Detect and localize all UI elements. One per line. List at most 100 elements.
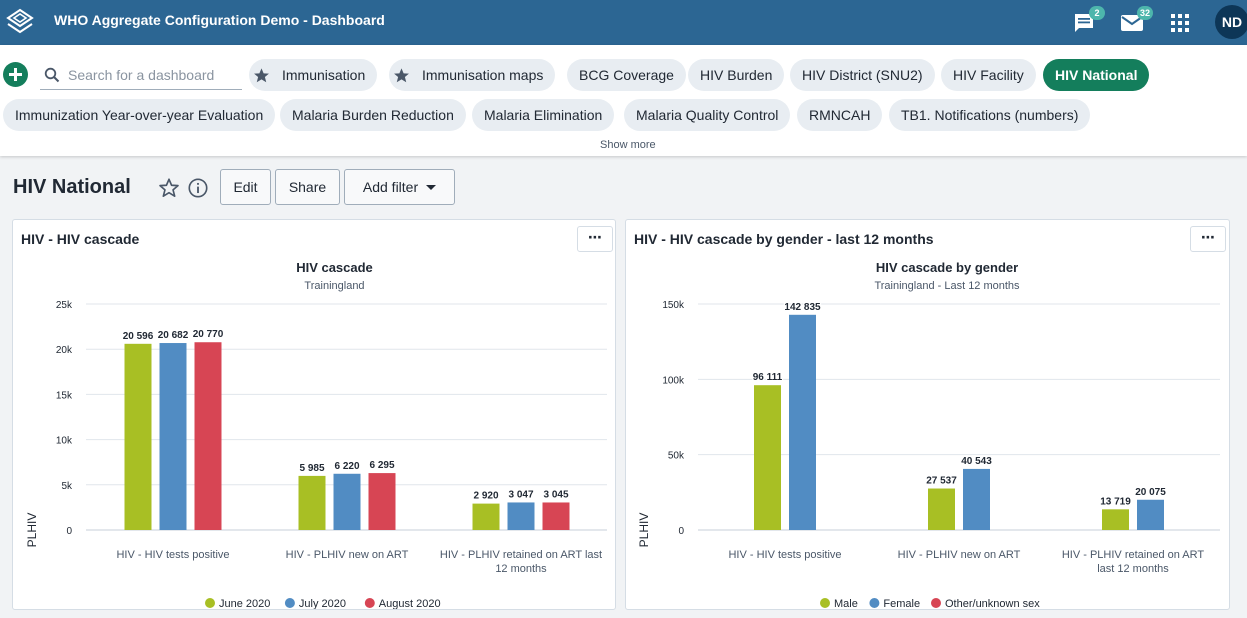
dashboard-chip-immunisation-maps[interactable]: Immunisation maps: [389, 59, 556, 91]
data-label: 2 920: [473, 491, 498, 502]
chart-title: HIV cascade by gender: [876, 260, 1018, 275]
legend-label: Other/unknown sex: [945, 598, 1040, 609]
edit-button[interactable]: Edit: [220, 169, 271, 205]
legend-marker: [284, 598, 295, 608]
share-button[interactable]: Share: [275, 169, 340, 205]
dashboard-chip-hiv-facility[interactable]: HIV Facility: [941, 59, 1036, 91]
dashboard-chip-malaria-burden[interactable]: Malaria Burden Reduction: [280, 99, 466, 131]
y-axis-label: PLHIV: [637, 513, 651, 548]
bar-female: [963, 468, 990, 530]
data-label: 13 719: [1100, 496, 1131, 507]
x-tick-label: HIV - HIV tests positive: [116, 549, 229, 561]
y-tick-label: 20k: [56, 345, 73, 356]
data-label: 3 045: [543, 489, 568, 500]
chart-panel-hiv-cascade: HIV - HIV cascade ⋯ HIV cascade Trainingl…: [12, 219, 616, 610]
hiv-cascade-by-gender-chart: HIV cascade by gender Trainingland - Last…: [637, 260, 1220, 609]
dashboard-chip-hiv-district[interactable]: HIV District (SNU2): [790, 59, 935, 91]
dashboard-chip-label: Malaria Elimination: [484, 107, 603, 123]
legend-marker: [820, 598, 830, 608]
search-icon: [44, 67, 60, 83]
dashboard-chip-label: HIV Facility: [953, 67, 1024, 83]
data-label: 142 835: [784, 302, 821, 313]
chart-subtitle: Trainingland - Last 12 months: [874, 280, 1020, 292]
bar-male: [754, 385, 781, 530]
dashboard-search[interactable]: [40, 60, 242, 90]
bar-august-2020: [368, 473, 396, 530]
show-more-link[interactable]: Show more: [600, 139, 656, 151]
app-title: WHO Aggregate Configuration Demo - Dashb…: [54, 12, 385, 28]
bar-july-2020: [507, 502, 535, 530]
add-filter-label: Add filter: [362, 179, 419, 195]
dashboard-chip-label: Immunisation maps: [422, 67, 544, 83]
add-filter-button[interactable]: Add filter: [344, 169, 455, 205]
dashboard-chip-label: Malaria Quality Control: [636, 107, 779, 123]
dashboard-chip-label: HIV National: [1055, 67, 1138, 83]
y-tick-label: 0: [66, 526, 72, 537]
legend-label: June 2020: [219, 598, 270, 609]
y-tick-label: 50k: [668, 451, 685, 462]
bar-august-2020: [542, 502, 570, 530]
y-tick-label: 0: [678, 526, 684, 537]
info-icon[interactable]: [187, 177, 209, 199]
dashboard-chip-label: HIV District (SNU2): [802, 67, 923, 83]
x-tick-label: HIV - PLHIV retained on ART last 12 month…: [440, 549, 602, 575]
dashboard-chip-label: RMNCAH: [809, 107, 871, 123]
data-label: 6 295: [369, 460, 394, 471]
interpretations-badge: 2: [1089, 6, 1105, 20]
dhis2-logo-icon[interactable]: [6, 8, 34, 36]
legend-label: July 2020: [299, 598, 346, 609]
y-tick-label: 100k: [662, 375, 685, 386]
star-outline-icon[interactable]: [158, 177, 180, 199]
dashboard-chip-tb1-notifications[interactable]: TB1. Notifications (numbers): [889, 99, 1091, 131]
bar-august-2020: [194, 342, 222, 530]
star-filled-icon: [394, 68, 409, 83]
add-dashboard-button[interactable]: [3, 62, 28, 87]
dashboard-chip-bcg-coverage[interactable]: BCG Coverage: [567, 59, 686, 91]
bar-july-2020: [333, 473, 361, 530]
data-label: 20 682: [158, 330, 189, 341]
data-label: 20 596: [123, 331, 154, 342]
data-label: 27 537: [926, 476, 957, 487]
dashboard-chip-hiv-burden[interactable]: HIV Burden: [688, 59, 785, 91]
dashboard-chip-label: HIV Burden: [700, 67, 773, 83]
dashboard-chip-immunization-yoy[interactable]: Immunization Year-over-year Evaluation: [3, 99, 276, 131]
data-label: 20 770: [193, 329, 224, 340]
y-tick-label: 150k: [662, 300, 685, 311]
dashboard-chip-label: TB1. Notifications (numbers): [901, 107, 1079, 123]
bar-june-2020: [298, 475, 326, 530]
bar-june-2020: [124, 343, 152, 530]
legend-marker: [931, 598, 941, 608]
dashboard-chip-malaria-quality[interactable]: Malaria Quality Control: [624, 99, 791, 131]
chart-panel-hiv-cascade-gender: HIV - HIV cascade by gender - last 12 mo…: [625, 219, 1230, 610]
more-menu-button[interactable]: ⋯: [577, 226, 613, 252]
bar-female: [789, 314, 816, 530]
dashboard-chip-hiv-national[interactable]: HIV National: [1043, 59, 1150, 91]
y-tick-label: 10k: [56, 436, 73, 447]
star-filled-icon: [254, 68, 269, 83]
legend-marker: [869, 598, 880, 608]
dashboard-chip-immunisation[interactable]: Immunisation: [249, 59, 378, 91]
legend-label: Female: [883, 598, 920, 609]
dashboard-chip-label: Immunization Year-over-year Evaluation: [15, 107, 264, 123]
dashboard-chip-rmncah[interactable]: RMNCAH: [797, 99, 883, 131]
user-avatar[interactable]: ND: [1215, 5, 1247, 39]
y-axis-label: PLHIV: [25, 513, 39, 548]
x-tick-label: HIV - PLHIV new on ART: [898, 549, 1021, 561]
search-input[interactable]: [68, 64, 238, 86]
dashboard-chip-malaria-elimination[interactable]: Malaria Elimination: [472, 99, 615, 131]
data-label: 5 985: [299, 463, 324, 474]
dashboard-chip-label: BCG Coverage: [579, 67, 674, 83]
bar-male: [928, 488, 955, 530]
data-label: 6 220: [334, 461, 359, 472]
apps-grid-icon[interactable]: [1168, 11, 1192, 35]
legend-marker: [364, 598, 375, 608]
x-tick-label: HIV - HIV tests positive: [728, 549, 841, 561]
legend-label: Male: [834, 598, 858, 609]
data-label: 40 543: [961, 456, 992, 467]
bar-male: [1102, 509, 1129, 530]
more-menu-button[interactable]: ⋯: [1190, 226, 1226, 252]
y-tick-label: 15k: [56, 390, 73, 401]
x-tick-label: HIV - PLHIV new on ART: [286, 549, 409, 561]
data-label: 20 075: [1135, 487, 1166, 498]
dashboards-bar: Immunisation Immunisation maps BCG Cover…: [0, 45, 1247, 156]
